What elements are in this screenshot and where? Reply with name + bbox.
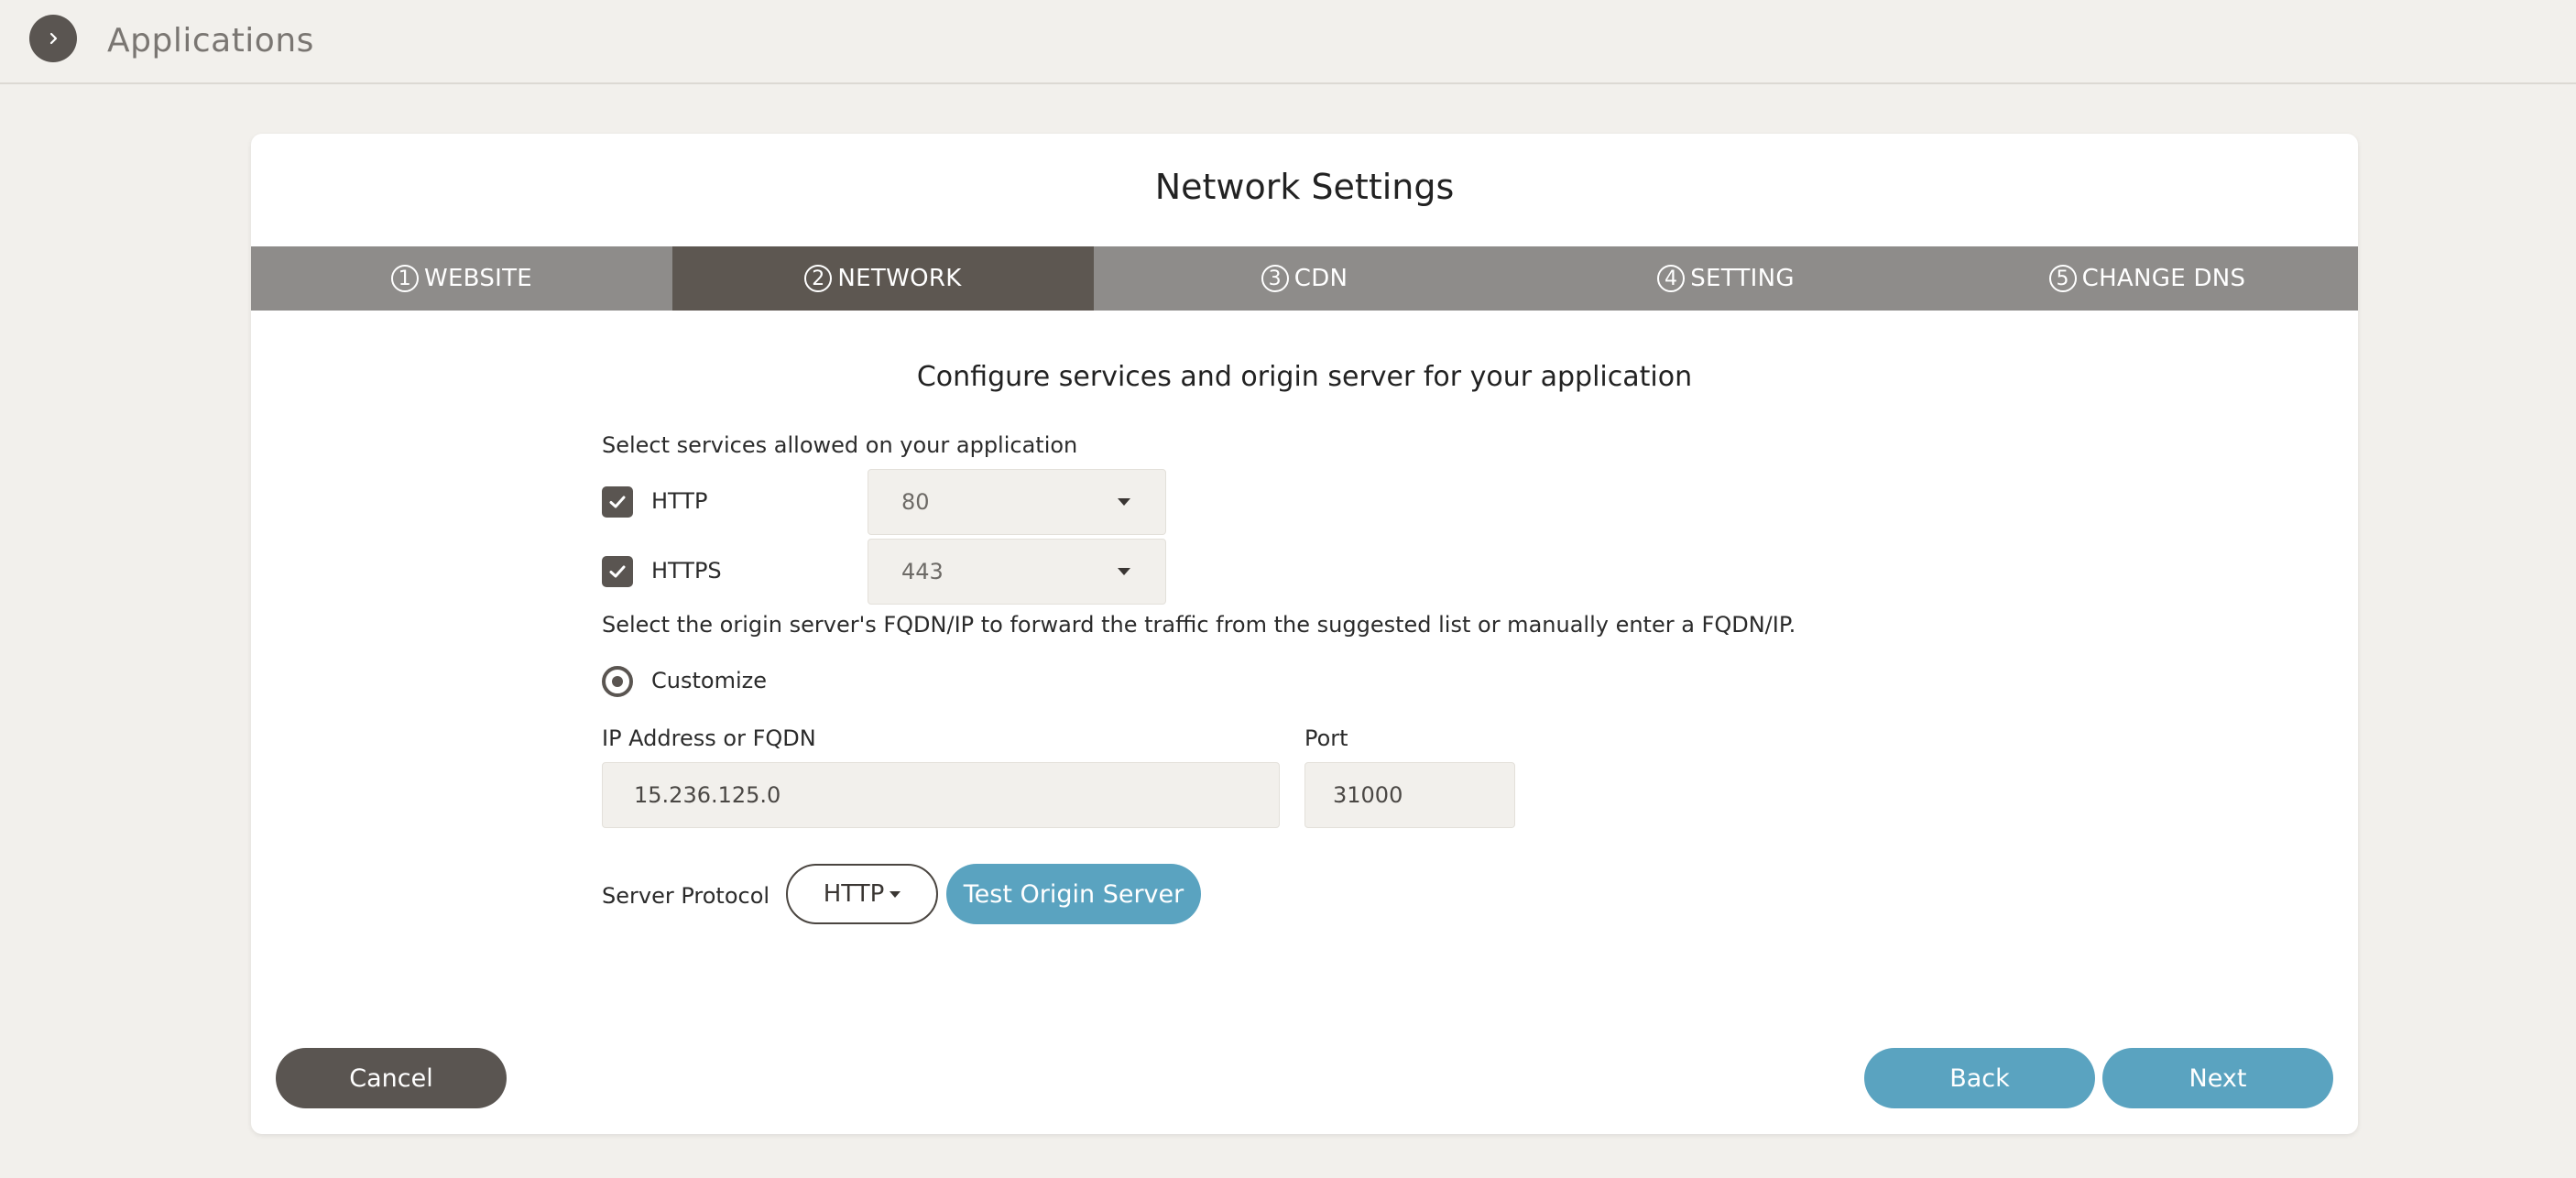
cancel-button[interactable]: Cancel [276,1048,507,1108]
wizard-card: Network Settings 1 WEBSITE 2 NETWORK 3 C… [251,134,2358,1134]
ip-address-input[interactable]: 15.236.125.0 [602,762,1280,828]
server-protocol-value: HTTP [823,880,885,908]
card-title: Network Settings [1154,167,1455,207]
http-checkbox[interactable] [602,486,633,518]
http-port-value: 80 [901,489,930,515]
wizard-steps: 1 WEBSITE 2 NETWORK 3 CDN 4 SETTING 5 CH… [251,246,2358,311]
checkmark-icon [609,565,626,578]
https-checkbox[interactable] [602,556,633,587]
checkmark-icon [609,496,626,508]
https-port-value: 443 [901,559,944,584]
section-subtitle: Configure services and origin server for… [916,361,1693,393]
step-number: 2 [804,265,833,292]
ip-label: IP Address or FQDN [602,725,816,751]
caret-down-icon [890,890,901,898]
page-title: Applications [107,22,314,60]
step-number: 4 [1657,265,1686,292]
services-label: Select services allowed on your applicat… [602,432,1078,458]
port-label: Port [1304,725,1348,751]
step-network[interactable]: 2 NETWORK [672,246,1094,311]
origin-instruction: Select the origin server's FQDN/IP to fo… [602,612,1796,638]
back-button[interactable]: Back [1864,1048,2095,1108]
step-label: SETTING [1690,265,1795,292]
server-protocol-label: Server Protocol [602,883,770,909]
step-website[interactable]: 1 WEBSITE [251,246,672,311]
customize-label: Customize [651,668,767,693]
server-protocol-dropdown[interactable]: HTTP [786,864,938,924]
step-label: CDN [1293,265,1348,292]
http-port-select[interactable]: 80 [868,469,1166,535]
step-number: 3 [1261,265,1289,292]
step-cdn[interactable]: 3 CDN [1094,246,1515,311]
step-setting[interactable]: 4 SETTING [1515,246,1937,311]
http-label: HTTP [651,488,708,514]
test-origin-server-button[interactable]: Test Origin Server [946,864,1201,924]
step-number: 5 [2048,265,2077,292]
caret-down-icon [1118,498,1130,506]
step-number: 1 [390,265,419,292]
top-bar: Applications [0,0,2576,84]
next-button[interactable]: Next [2102,1048,2333,1108]
radio-selected-dot [612,676,623,687]
step-label: CHANGE DNS [2081,265,2246,292]
step-label: WEBSITE [423,265,533,292]
caret-down-icon [1118,568,1130,575]
port-input[interactable]: 31000 [1304,762,1515,828]
expand-sidebar-button[interactable] [29,15,77,62]
customize-radio[interactable] [602,666,633,697]
chevron-right-icon [49,32,58,45]
step-change-dns[interactable]: 5 CHANGE DNS [1937,246,2358,311]
https-port-select[interactable]: 443 [868,539,1166,605]
https-label: HTTPS [651,558,722,584]
step-label: NETWORK [837,265,962,292]
